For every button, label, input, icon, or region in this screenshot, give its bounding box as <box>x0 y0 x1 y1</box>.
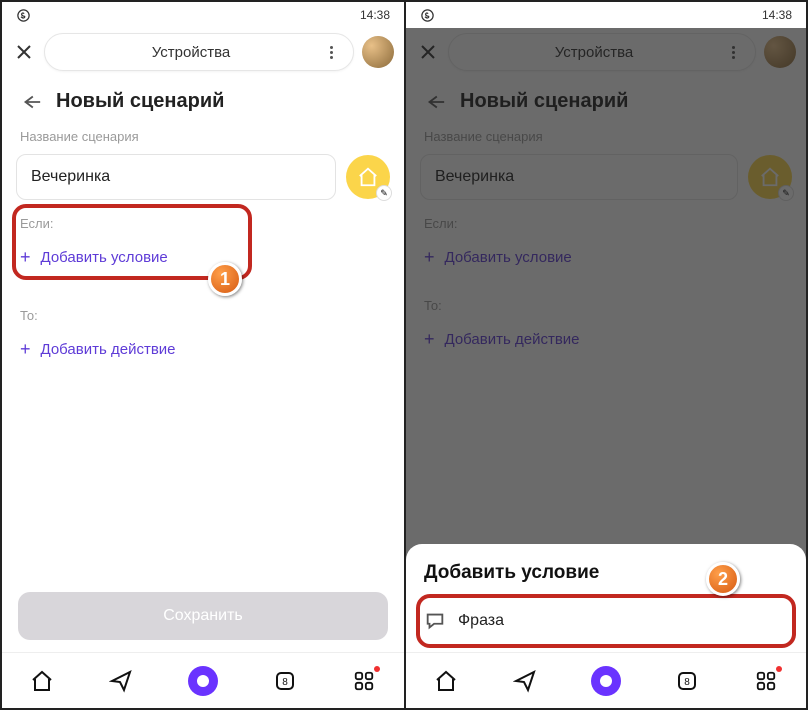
nav-send-icon[interactable] <box>108 668 134 694</box>
nav-alice-icon[interactable] <box>188 666 218 696</box>
status-bar: 14:38 <box>406 2 806 28</box>
close-button[interactable] <box>12 40 36 64</box>
back-arrow-icon[interactable] <box>20 91 42 113</box>
name-label: Название сценария <box>2 123 404 150</box>
svg-text:8: 8 <box>282 677 288 688</box>
sheet-option-label: Фраза <box>458 612 504 630</box>
if-label: Если: <box>2 210 404 237</box>
svg-text:8: 8 <box>684 677 690 688</box>
nav-counter-icon[interactable]: 8 <box>272 668 298 694</box>
status-bar: 14:38 <box>2 2 404 28</box>
avatar[interactable] <box>362 36 394 68</box>
add-condition-button[interactable]: + Добавить условие <box>2 237 404 278</box>
nav-alice-icon[interactable] <box>591 666 621 696</box>
callout-badge-2: 2 <box>706 562 740 596</box>
whatsapp-icon <box>16 8 31 23</box>
status-time: 14:38 <box>762 8 792 22</box>
sheet-option-phrase[interactable]: Фраза <box>424 598 788 644</box>
plus-icon: + <box>20 247 31 268</box>
header-title: Устройства <box>59 44 323 61</box>
bottom-nav: 8 <box>406 652 806 708</box>
pencil-icon: ✎ <box>376 185 392 201</box>
bottom-sheet: Добавить условие Фраза 2 <box>406 544 806 652</box>
nav-services-icon[interactable] <box>753 668 779 694</box>
nav-send-icon[interactable] <box>512 668 538 694</box>
speech-bubble-icon <box>424 610 446 632</box>
bottom-nav: 8 <box>2 652 404 708</box>
name-row: Вечеринка ✎ <box>2 150 404 210</box>
nav-services-icon[interactable] <box>351 668 377 694</box>
header-pill[interactable]: Устройства <box>44 33 354 71</box>
callout-badge-1: 1 <box>208 262 242 296</box>
phone-right: 14:38 Устройства Новый сценарий Название… <box>404 2 806 708</box>
save-button[interactable]: Сохранить <box>18 592 388 640</box>
status-time: 14:38 <box>360 8 390 22</box>
whatsapp-icon <box>420 8 435 23</box>
nav-home-icon[interactable] <box>433 668 459 694</box>
header: Устройства <box>2 28 404 76</box>
scenario-name-input[interactable]: Вечеринка <box>16 154 336 200</box>
nav-counter-icon[interactable]: 8 <box>674 668 700 694</box>
add-action-label: Добавить действие <box>41 341 176 358</box>
phone-left: 14:38 Устройства Новый сценарий Название… <box>2 2 404 708</box>
scenario-icon-picker[interactable]: ✎ <box>346 155 390 199</box>
more-icon[interactable] <box>323 46 339 59</box>
add-action-button[interactable]: + Добавить действие <box>2 329 404 370</box>
then-label: То: <box>2 302 404 329</box>
page-title-row: Новый сценарий <box>2 76 404 123</box>
nav-home-icon[interactable] <box>29 668 55 694</box>
plus-icon: + <box>20 339 31 360</box>
add-condition-label: Добавить условие <box>41 249 168 266</box>
page-title: Новый сценарий <box>56 90 224 113</box>
